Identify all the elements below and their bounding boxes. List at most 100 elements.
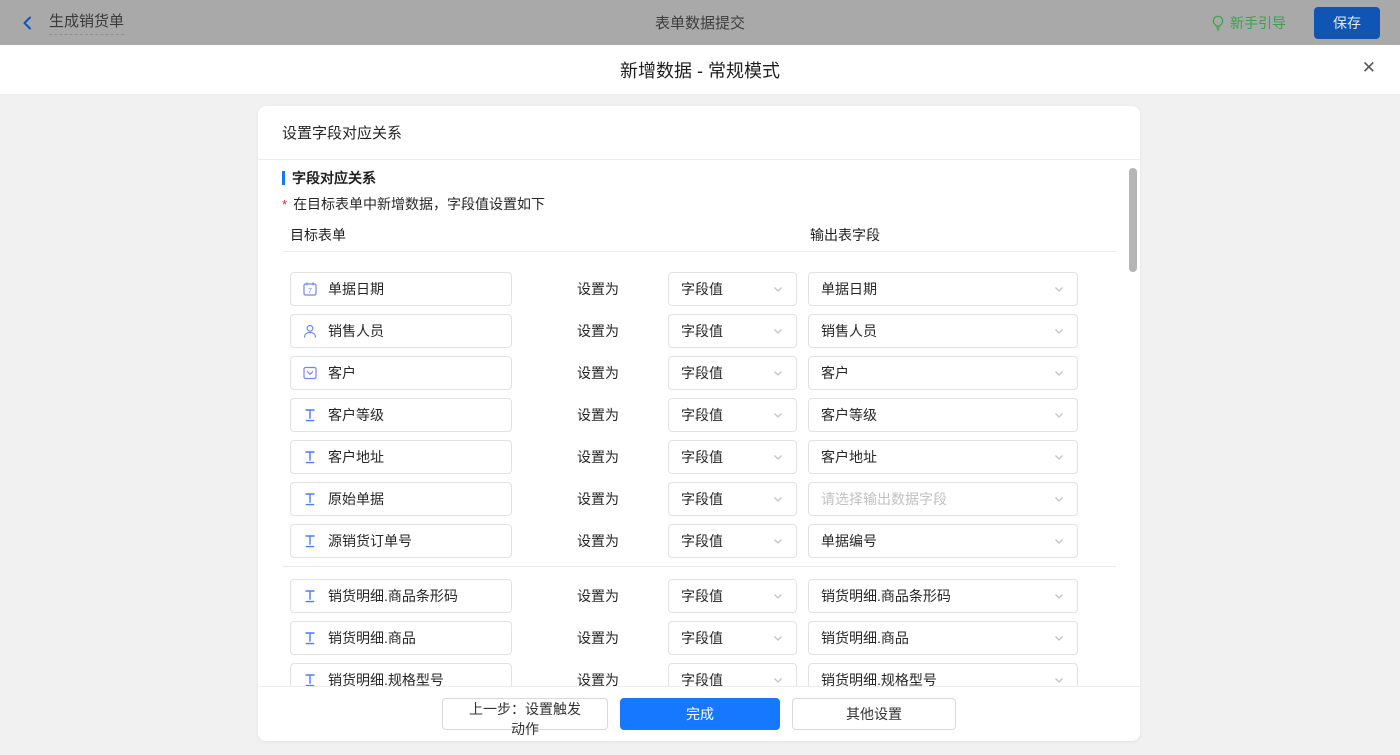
workflow-name[interactable]: 生成销货单 bbox=[49, 10, 124, 35]
set-as-label: 设置为 bbox=[577, 489, 619, 509]
mapping-row: 源销货订单号 设置为 字段值 单据编号 bbox=[282, 524, 1116, 558]
panel-content: 字段对应关系 *在目标表单中新增数据，字段值设置如下 目标表单 输出表字段 7 … bbox=[258, 160, 1140, 686]
source-field[interactable]: 原始单据 bbox=[290, 482, 512, 516]
chevron-left-icon bbox=[20, 15, 36, 31]
chevron-down-icon bbox=[772, 674, 784, 686]
other-settings-button[interactable]: 其他设置 bbox=[792, 698, 956, 730]
output-field-select[interactable]: 销货明细.规格型号 bbox=[808, 663, 1078, 686]
value-mode-select[interactable]: 字段值 bbox=[668, 663, 797, 686]
mapping-row: 客户等级 设置为 字段值 客户等级 bbox=[282, 398, 1116, 432]
set-as-label: 设置为 bbox=[577, 628, 619, 648]
source-field[interactable]: 源销货订单号 bbox=[290, 524, 512, 558]
mapping-row: 原始单据 设置为 字段值 请选择输出数据字段 bbox=[282, 482, 1116, 516]
source-field-label: 源销货订单号 bbox=[328, 531, 412, 551]
source-field-label: 原始单据 bbox=[328, 489, 384, 509]
source-field-label: 销货明细.规格型号 bbox=[328, 670, 444, 686]
field-mapping-panel: 设置字段对应关系 字段对应关系 *在目标表单中新增数据，字段值设置如下 目标表单… bbox=[258, 106, 1140, 741]
source-field[interactable]: 7 单据日期 bbox=[290, 272, 512, 306]
beginner-guide-link[interactable]: 新手引导 bbox=[1211, 13, 1286, 33]
column-header-output-field: 输出表字段 bbox=[810, 225, 880, 245]
value-mode-select[interactable]: 字段值 bbox=[668, 356, 797, 390]
set-as-label: 设置为 bbox=[577, 531, 619, 551]
output-field-select[interactable]: 请选择输出数据字段 bbox=[808, 482, 1078, 516]
mapping-row: 销售人员 设置为 字段值 销售人员 bbox=[282, 314, 1116, 348]
divider bbox=[282, 251, 1116, 252]
value-mode-select[interactable]: 字段值 bbox=[668, 398, 797, 432]
value-mode-select[interactable]: 字段值 bbox=[668, 579, 797, 613]
close-icon[interactable]: ✕ bbox=[1362, 59, 1376, 76]
output-field-select[interactable]: 客户 bbox=[808, 356, 1078, 390]
set-as-label: 设置为 bbox=[577, 279, 619, 299]
mapping-rows: 7 单据日期 设置为 字段值 单据日期 bbox=[282, 272, 1116, 686]
chevron-down-icon bbox=[772, 367, 784, 379]
source-field[interactable]: 客户地址 bbox=[290, 440, 512, 474]
text-field-icon bbox=[302, 672, 318, 686]
text-field-icon bbox=[302, 588, 318, 604]
source-field-label: 客户地址 bbox=[328, 447, 384, 467]
output-field-select[interactable]: 销货明细.商品 bbox=[808, 621, 1078, 655]
panel-header: 设置字段对应关系 bbox=[258, 106, 1140, 160]
chevron-down-icon bbox=[772, 535, 784, 547]
chevron-down-icon bbox=[772, 451, 784, 463]
chevron-down-icon bbox=[772, 632, 784, 644]
source-field-label: 客户 bbox=[328, 363, 356, 383]
source-field-label: 销售人员 bbox=[328, 321, 384, 341]
output-field-select[interactable]: 销货明细.商品条形码 bbox=[808, 579, 1078, 613]
source-field-label: 客户等级 bbox=[328, 405, 384, 425]
mapping-row: 销货明细.商品条形码 设置为 字段值 销货明细.商品条形码 bbox=[282, 579, 1116, 613]
chevron-down-icon bbox=[1053, 632, 1065, 644]
source-field-label: 销货明细.商品条形码 bbox=[328, 586, 458, 606]
mapping-row: 7 单据日期 设置为 字段值 单据日期 bbox=[282, 272, 1116, 306]
select-field-icon bbox=[302, 365, 318, 381]
text-field-icon bbox=[302, 449, 318, 465]
output-field-select[interactable]: 销售人员 bbox=[808, 314, 1078, 348]
value-mode-select[interactable]: 字段值 bbox=[668, 272, 797, 306]
calendar-icon: 7 bbox=[302, 281, 318, 297]
modal-body: 设置字段对应关系 字段对应关系 *在目标表单中新增数据，字段值设置如下 目标表单… bbox=[0, 95, 1400, 755]
output-field-select[interactable]: 单据日期 bbox=[808, 272, 1078, 306]
required-hint: *在目标表单中新增数据，字段值设置如下 bbox=[282, 194, 1116, 215]
svg-text:7: 7 bbox=[308, 286, 312, 295]
back-button[interactable] bbox=[20, 15, 36, 31]
source-field[interactable]: 销售人员 bbox=[290, 314, 512, 348]
source-field[interactable]: 销货明细.商品 bbox=[290, 621, 512, 655]
modal-header: 新增数据 - 常规模式 ✕ bbox=[0, 45, 1400, 95]
set-as-label: 设置为 bbox=[577, 670, 619, 686]
chevron-down-icon bbox=[1053, 367, 1065, 379]
chevron-down-icon bbox=[772, 409, 784, 421]
mapping-row: 销货明细.规格型号 设置为 字段值 销货明细.规格型号 bbox=[282, 663, 1116, 686]
value-mode-select[interactable]: 字段值 bbox=[668, 440, 797, 474]
source-field[interactable]: 销货明细.商品条形码 bbox=[290, 579, 512, 613]
chevron-down-icon bbox=[1053, 325, 1065, 337]
output-field-select[interactable]: 客户地址 bbox=[808, 440, 1078, 474]
value-mode-select[interactable]: 字段值 bbox=[668, 314, 797, 348]
set-as-label: 设置为 bbox=[577, 586, 619, 606]
mapping-row: 客户地址 设置为 字段值 客户地址 bbox=[282, 440, 1116, 474]
chevron-down-icon bbox=[772, 283, 784, 295]
lightbulb-icon bbox=[1211, 15, 1225, 31]
section-title-label: 字段对应关系 bbox=[292, 168, 376, 188]
text-field-icon bbox=[302, 491, 318, 507]
output-field-select[interactable]: 单据编号 bbox=[808, 524, 1078, 558]
chevron-down-icon bbox=[1053, 535, 1065, 547]
chevron-down-icon bbox=[1053, 283, 1065, 295]
save-button[interactable]: 保存 bbox=[1314, 7, 1380, 39]
chevron-down-icon bbox=[1053, 493, 1065, 505]
topbar: 生成销货单 表单数据提交 新手引导 保存 bbox=[0, 0, 1400, 45]
source-field[interactable]: 客户 bbox=[290, 356, 512, 390]
set-as-label: 设置为 bbox=[577, 363, 619, 383]
set-as-label: 设置为 bbox=[577, 447, 619, 467]
set-as-label: 设置为 bbox=[577, 405, 619, 425]
value-mode-select[interactable]: 字段值 bbox=[668, 524, 797, 558]
value-mode-select[interactable]: 字段值 bbox=[668, 621, 797, 655]
chevron-down-icon bbox=[772, 325, 784, 337]
done-button[interactable]: 完成 bbox=[620, 698, 780, 730]
beginner-guide-label: 新手引导 bbox=[1230, 13, 1286, 33]
output-field-select[interactable]: 客户等级 bbox=[808, 398, 1078, 432]
value-mode-select[interactable]: 字段值 bbox=[668, 482, 797, 516]
prev-step-button[interactable]: 上一步：设置触发动作 bbox=[442, 698, 608, 730]
source-field[interactable]: 销货明细.规格型号 bbox=[290, 663, 512, 686]
set-as-label: 设置为 bbox=[577, 321, 619, 341]
scrollbar-thumb[interactable] bbox=[1129, 168, 1137, 272]
source-field[interactable]: 客户等级 bbox=[290, 398, 512, 432]
